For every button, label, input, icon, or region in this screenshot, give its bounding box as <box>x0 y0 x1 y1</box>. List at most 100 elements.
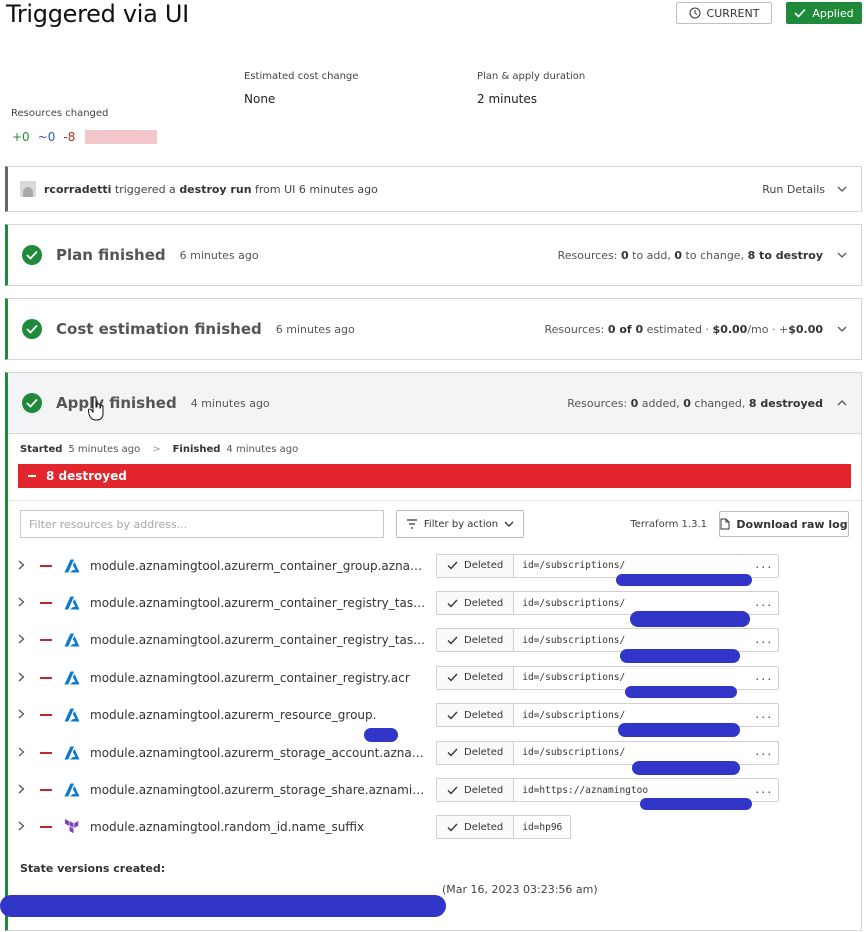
resource-status-tag: Deleted id=hp96 <box>436 815 572 840</box>
check-icon <box>447 748 458 757</box>
plan-card[interactable]: Plan finished 6 minutes ago Resources: 0… <box>5 224 862 286</box>
plan-time: 6 minutes ago <box>179 248 259 262</box>
chevron-right-icon[interactable] <box>18 708 30 722</box>
current-label: CURRENT <box>706 6 760 20</box>
resource-id: id=/subscriptions/ <box>522 597 626 609</box>
destroy-proportion-bar <box>85 130 158 144</box>
cost-time: 6 minutes ago <box>275 322 355 336</box>
applied-badge[interactable]: Applied <box>786 2 862 24</box>
check-icon <box>447 711 458 720</box>
resource-address[interactable]: module.aznamingtool.azurerm_storage_shar… <box>90 783 430 797</box>
resource-address[interactable]: module.aznamingtool.azurerm_container_gr… <box>90 559 430 573</box>
check-circle-icon <box>22 393 42 413</box>
apply-timeline: Started 5 minutes ago > Finished 4 minutes… <box>20 443 299 455</box>
redaction-mark <box>0 895 446 917</box>
status-label: Deleted <box>464 672 504 684</box>
redaction-mark <box>618 723 740 737</box>
check-circle-icon <box>22 245 42 265</box>
plan-title: Plan finished <box>56 246 166 264</box>
destroy-minus-icon <box>40 789 52 792</box>
ellipsis: ... <box>754 597 773 609</box>
check-icon <box>794 8 806 18</box>
chevron-up-icon[interactable] <box>837 400 847 406</box>
terraform-version: Terraform 1.3.1 <box>630 518 707 530</box>
destroy-minus-icon <box>40 714 52 717</box>
azure-icon <box>64 745 80 761</box>
redaction-mark <box>630 611 750 627</box>
resource-address[interactable]: module.aznamingtool.azurerm_container_re… <box>90 633 430 647</box>
filter-by-action-dropdown[interactable]: Filter by action <box>396 510 524 538</box>
check-icon <box>447 636 458 645</box>
run-details-toggle[interactable]: Run Details <box>762 183 847 196</box>
resource-id: id=/subscriptions/ <box>522 747 626 759</box>
resource-id: id=/subscriptions/ <box>522 634 626 646</box>
state-versions-title: State versions created: <box>20 862 166 876</box>
apply-header[interactable]: Apply finished 4 minutes ago Resources: … <box>8 373 861 434</box>
check-icon <box>447 561 458 570</box>
ellipsis: ... <box>754 709 773 721</box>
download-raw-log-button[interactable]: Download raw log <box>719 511 849 537</box>
redaction-mark <box>364 728 398 742</box>
redaction-mark <box>640 798 752 810</box>
file-icon <box>720 518 730 530</box>
resource-address[interactable]: module.aznamingtool.random_id.name_suffi… <box>90 820 430 834</box>
ellipsis: ... <box>754 747 773 759</box>
chevron-right-icon[interactable] <box>18 671 30 685</box>
destroy-minus-icon <box>40 602 52 605</box>
destroyed-banner: 8 destroyed <box>18 464 851 488</box>
resource-address[interactable]: module.aznamingtool.azurerm_container_re… <box>90 671 430 685</box>
status-label: Deleted <box>464 747 504 759</box>
duration-value: 2 minutes <box>477 92 538 106</box>
cost-estimation-card[interactable]: Cost estimation finished 6 minutes ago R… <box>5 298 862 360</box>
resource-row[interactable]: module.aznamingtool.random_id.name_suffi… <box>8 809 861 846</box>
resource-address[interactable]: module.aznamingtool.azurerm_resource_gro… <box>90 708 430 722</box>
apply-time: 4 minutes ago <box>190 396 270 410</box>
state-versions: State versions created: (Mar 16, 2023 03… <box>8 846 861 896</box>
resource-address[interactable]: module.aznamingtool.azurerm_storage_acco… <box>90 746 430 760</box>
azure-icon <box>64 707 80 723</box>
chevron-down-icon <box>504 521 514 527</box>
clock-icon <box>689 7 701 19</box>
resource-id: id=/subscriptions/ <box>522 672 626 684</box>
chevron-right-icon[interactable] <box>18 596 30 610</box>
redaction-mark <box>616 574 752 586</box>
chevron-down-icon[interactable] <box>837 326 847 332</box>
resources-changed-label: Resources changed <box>11 108 109 119</box>
status-label: Deleted <box>464 560 504 572</box>
trigger-text-2: from UI 6 minutes ago <box>255 182 378 196</box>
status-label: Deleted <box>464 597 504 609</box>
filter-icon <box>406 519 417 529</box>
plan-resources-summary: Resources: 0 to add, 0 to change, 8 to d… <box>558 249 847 262</box>
chevron-right-icon[interactable] <box>18 633 30 647</box>
trigger-card: rcorradetti triggered a destroy run from… <box>5 166 862 212</box>
chevron-right-icon[interactable] <box>18 746 30 760</box>
redaction-mark <box>620 649 740 663</box>
apply-title: Apply finished <box>56 394 177 412</box>
chevron-right-icon[interactable] <box>18 783 30 797</box>
azure-icon <box>64 632 80 648</box>
chevron-right-icon[interactable] <box>18 820 30 834</box>
status-label: Deleted <box>464 709 504 721</box>
ellipsis: ... <box>754 634 773 646</box>
trigger-user[interactable]: rcorradetti <box>44 183 111 196</box>
hand-cursor-icon <box>88 396 104 421</box>
chevron-right-icon[interactable] <box>18 559 30 573</box>
added-count: +0 <box>12 130 30 144</box>
current-button[interactable]: CURRENT <box>676 2 772 24</box>
minus-icon <box>28 475 36 477</box>
applied-label: Applied <box>812 6 854 20</box>
destroyed-count: -8 <box>63 130 76 144</box>
destroy-minus-icon <box>40 826 52 829</box>
trigger-run-type: destroy run <box>179 182 252 196</box>
chevron-down-icon[interactable] <box>837 252 847 258</box>
resource-address[interactable]: module.aznamingtool.azurerm_container_re… <box>90 596 430 610</box>
changed-count: ~0 <box>37 130 56 144</box>
resource-id: id=/subscriptions/ <box>522 709 626 721</box>
check-circle-icon <box>22 319 42 339</box>
page-title: Triggered via UI <box>6 0 189 28</box>
destroy-minus-icon <box>40 676 52 679</box>
resource-id: id=/subscriptions/ <box>522 560 626 572</box>
filter-resources-input[interactable] <box>20 510 384 538</box>
run-details-label: Run Details <box>762 182 825 196</box>
resource-toolbar: Filter by action Terraform 1.3.1 Downloa… <box>8 501 861 547</box>
